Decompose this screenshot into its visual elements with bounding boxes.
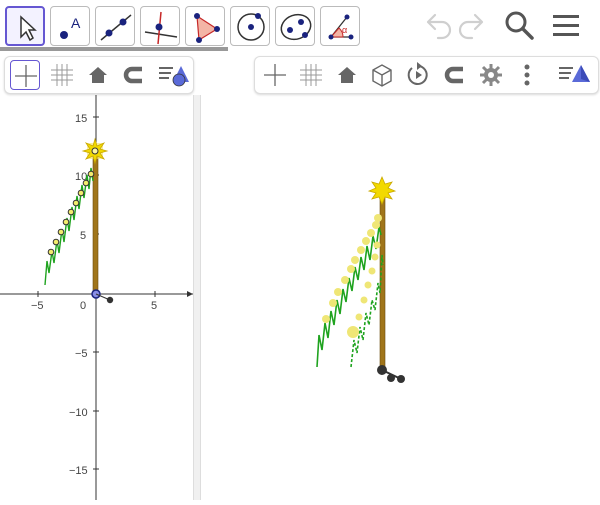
search-icon[interactable] bbox=[502, 8, 536, 42]
angle-tool-button[interactable]: α bbox=[320, 6, 360, 46]
y-tick-label: −5 bbox=[75, 348, 88, 360]
line-tool-button[interactable] bbox=[95, 6, 135, 46]
garland-curve-3d bbox=[316, 226, 382, 368]
perpendicular-line-tool-button[interactable] bbox=[140, 6, 180, 46]
toolbar-active-indicator bbox=[0, 47, 228, 51]
y-tick-label: −10 bbox=[69, 407, 88, 419]
y-tick-label: 5 bbox=[80, 230, 86, 242]
star-ornament[interactable] bbox=[81, 137, 109, 165]
view-divider[interactable] bbox=[193, 95, 201, 500]
view-options-button[interactable] bbox=[157, 60, 189, 90]
ellipse-tool-button[interactable] bbox=[275, 6, 315, 46]
home-icon bbox=[338, 67, 356, 83]
view-options-icon bbox=[559, 65, 590, 82]
svg-text:α: α bbox=[342, 25, 347, 35]
view-options-icon bbox=[159, 66, 189, 87]
grid-toggle-icon bbox=[51, 64, 73, 86]
graphics-2d-canvas: −5 0 5 15 10 5 −5 −10 −15 bbox=[0, 95, 193, 500]
home-button[interactable] bbox=[83, 60, 113, 90]
circle-tool-button[interactable] bbox=[230, 6, 270, 46]
handle-point-3d[interactable] bbox=[387, 374, 395, 382]
x-tick-label: −5 bbox=[31, 300, 44, 312]
ornament-points bbox=[47, 170, 95, 256]
main-toolbar: A α bbox=[0, 0, 600, 51]
graphics-style-bar bbox=[4, 56, 194, 94]
handle-point[interactable] bbox=[106, 296, 114, 304]
line-tool-icon bbox=[100, 14, 132, 41]
magnet-button[interactable] bbox=[119, 60, 149, 90]
point-tool-button[interactable]: A bbox=[50, 6, 90, 46]
home3d-button[interactable] bbox=[332, 60, 362, 90]
settings-button[interactable] bbox=[476, 60, 506, 90]
cube-view-button[interactable] bbox=[367, 60, 397, 90]
menu-icon[interactable] bbox=[550, 8, 584, 42]
x-tick-label: 5 bbox=[151, 300, 157, 312]
point-tool-icon: A bbox=[60, 15, 81, 39]
rotate-view-button[interactable] bbox=[403, 60, 433, 90]
magnet-icon bbox=[123, 66, 142, 84]
move-tool-button[interactable] bbox=[5, 6, 45, 46]
undo-icon[interactable] bbox=[420, 8, 454, 42]
more-button[interactable] bbox=[512, 60, 542, 90]
circle-tool-icon bbox=[237, 13, 265, 41]
ornament-spheres-3d bbox=[322, 214, 382, 338]
tree-pole-3d bbox=[379, 194, 386, 371]
grid3d-toggle-button[interactable] bbox=[296, 60, 326, 90]
svg-text:A: A bbox=[71, 15, 81, 31]
rotate-view-icon bbox=[407, 62, 428, 85]
y-tick-label: 15 bbox=[75, 113, 87, 125]
magnet-icon bbox=[444, 66, 463, 84]
graphics-3d-canvas bbox=[316, 175, 405, 383]
polygon-tool-icon bbox=[194, 13, 220, 43]
star-ornament-3d[interactable] bbox=[367, 175, 397, 206]
graphics3d-style-bar bbox=[254, 56, 599, 94]
perpendicular-line-tool-icon bbox=[144, 11, 178, 45]
view3d-options-button[interactable] bbox=[557, 60, 590, 90]
magnet3d-button[interactable] bbox=[440, 60, 470, 90]
home-icon bbox=[89, 67, 107, 83]
axes-toggle-icon bbox=[264, 64, 286, 86]
cube-view-icon bbox=[372, 64, 392, 87]
redo-icon[interactable] bbox=[456, 8, 490, 42]
graphics-view-3d[interactable] bbox=[201, 95, 600, 500]
grid-toggle-button[interactable] bbox=[47, 60, 77, 90]
graphics-view-2d[interactable]: −5 0 5 15 10 5 −5 −10 −15 bbox=[0, 95, 193, 500]
y-tick-label: −15 bbox=[69, 465, 88, 477]
settings-gear-icon bbox=[480, 64, 502, 86]
more-vertical-icon bbox=[524, 64, 530, 86]
grid-toggle-icon bbox=[300, 64, 322, 86]
handle-point-3d[interactable] bbox=[397, 375, 405, 383]
axes-toggle-icon bbox=[15, 65, 37, 87]
axes-toggle-button[interactable] bbox=[10, 60, 40, 90]
x-tick-label: 0 bbox=[80, 300, 86, 312]
axes3d-toggle-button[interactable] bbox=[260, 60, 290, 90]
move-tool-icon bbox=[20, 15, 37, 42]
ellipse-tool-icon bbox=[280, 13, 312, 41]
polygon-tool-button[interactable] bbox=[185, 6, 225, 46]
base-point-3d[interactable] bbox=[377, 365, 387, 375]
angle-tool-icon: α bbox=[328, 14, 354, 40]
